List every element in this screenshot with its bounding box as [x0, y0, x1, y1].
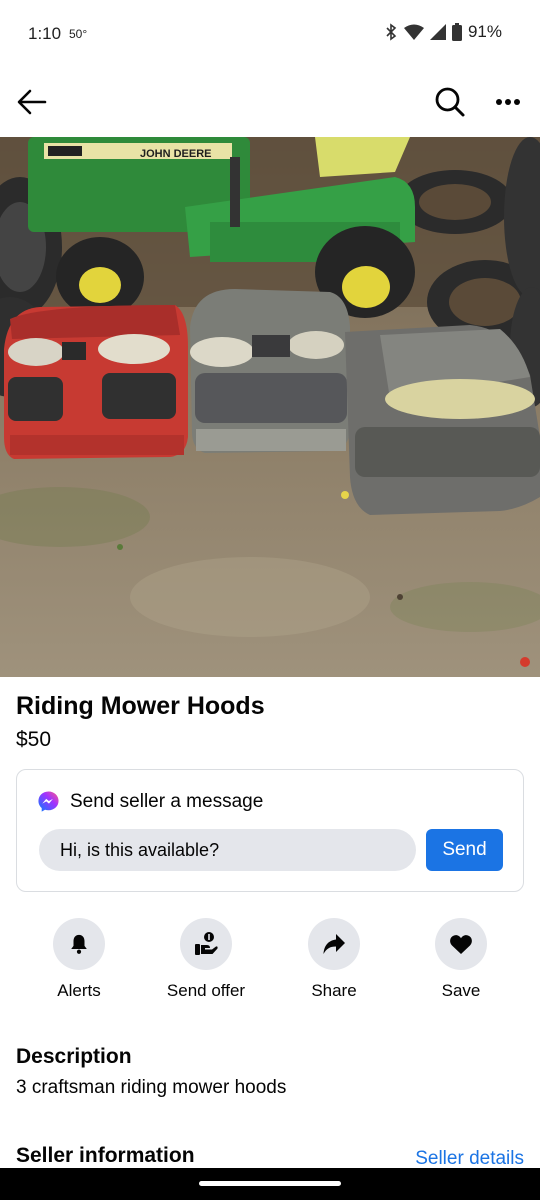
arrow-left-icon [17, 89, 47, 115]
navigation-bar [0, 1168, 540, 1200]
listing-title: Riding Mower Hoods [16, 692, 265, 720]
battery-icon [451, 23, 462, 41]
more-options-button[interactable] [490, 84, 526, 120]
listing-photo-image: JOHN DEERE [0, 137, 540, 677]
heart-icon [450, 935, 472, 954]
search-button[interactable] [432, 84, 468, 120]
app-bar [0, 68, 540, 136]
share-circle[interactable] [308, 918, 360, 970]
share-arrow-icon [323, 934, 345, 954]
bell-icon [71, 934, 87, 954]
message-title: Send seller a message [70, 790, 264, 812]
share-button[interactable]: Share [274, 918, 394, 1001]
description-heading: Description [16, 1045, 132, 1068]
save-button[interactable]: Save [401, 918, 521, 1001]
alerts-button[interactable]: Alerts [19, 918, 139, 1001]
message-input[interactable]: Hi, is this available? [39, 829, 416, 871]
home-gesture-handle[interactable] [199, 1181, 341, 1186]
seller-details-link[interactable]: Seller details [415, 1148, 524, 1170]
alerts-label: Alerts [57, 981, 101, 1000]
signal-icon [429, 24, 446, 40]
send-offer-button[interactable]: Send offer [146, 918, 266, 1001]
status-bar: 1:10 50° 91% [0, 0, 540, 68]
description-text: 3 craftsman riding mower hoods [16, 1077, 287, 1098]
alerts-circle[interactable] [53, 918, 105, 970]
save-label: Save [441, 981, 481, 1000]
status-temperature: 50° [69, 27, 88, 41]
messenger-icon [38, 791, 59, 812]
send-offer-circle[interactable] [180, 918, 232, 970]
send-button[interactable]: Send [426, 829, 503, 871]
save-circle[interactable] [435, 918, 487, 970]
battery-percent: 91% [467, 22, 502, 41]
action-row: Alerts Send offer Share Save [0, 918, 540, 1008]
send-offer-label: Send offer [166, 981, 246, 1000]
offer-hand-icon [195, 932, 218, 955]
bluetooth-icon [386, 23, 397, 41]
listing-price: $50 [16, 728, 52, 751]
wifi-icon [403, 24, 424, 40]
send-message-card: Send seller a message Hi, is this availa… [16, 769, 524, 892]
status-time: 1:10 [28, 24, 62, 43]
listing-photo[interactable]: JOHN DEERE [0, 137, 540, 677]
message-header: Send seller a message [37, 790, 263, 813]
search-icon [435, 87, 465, 117]
svg-text:JOHN DEERE: JOHN DEERE [140, 148, 212, 160]
back-button[interactable] [14, 84, 50, 120]
share-label: Share [311, 981, 357, 1000]
status-icons: 91% [384, 22, 502, 42]
seller-info-heading: Seller information [16, 1144, 195, 1167]
more-dots-icon [496, 99, 520, 105]
